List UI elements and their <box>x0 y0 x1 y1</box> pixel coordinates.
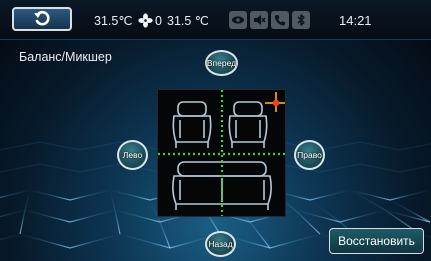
bluetooth-icon <box>292 11 310 29</box>
phone-icon <box>271 11 289 29</box>
eye-icon <box>229 11 247 29</box>
rear-button[interactable]: Назад <box>205 231 236 257</box>
status-bar: 31.5℃ 0 31.5 ℃ 14:21 <box>0 0 431 40</box>
front-right-seat-icon <box>228 101 268 148</box>
fan-speed: 0 <box>155 14 162 28</box>
balance-mixer-screen: 31.5℃ 0 31.5 ℃ 14:21 Баланс/Микшер Впере… <box>0 0 431 261</box>
temperature-left: 31.5℃ <box>94 14 133 28</box>
clock: 14:21 <box>339 13 372 28</box>
page-title: Баланс/Микшер <box>19 50 112 64</box>
restore-button[interactable]: Восстановить <box>329 228 424 254</box>
front-button[interactable]: Вперед <box>205 50 238 76</box>
front-left-seat-icon <box>172 101 212 148</box>
back-arrow-icon <box>34 10 50 26</box>
back-button[interactable] <box>12 7 72 31</box>
fan-icon <box>138 13 153 28</box>
mute-icon <box>250 11 268 29</box>
fader-position-marker <box>265 92 285 112</box>
right-button[interactable]: Право <box>294 140 325 170</box>
balance-fader-panel[interactable] <box>157 89 286 217</box>
temperature-right: 31.5 ℃ <box>167 14 209 28</box>
left-button[interactable]: Лево <box>117 140 148 170</box>
seat-layout <box>158 90 285 216</box>
